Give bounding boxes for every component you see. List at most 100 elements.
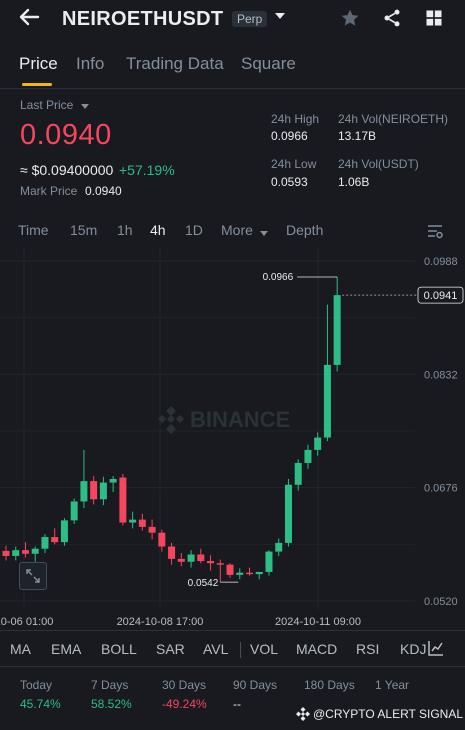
candle-body [246,572,253,575]
last-price-value: 0.0940 [20,119,112,151]
timeframe-1h[interactable]: 1h [117,222,133,238]
binance-logo-icon [296,707,310,721]
performance-label: 30 Days [162,678,207,692]
candlestick-chart[interactable]: BINANCE 0.0966 0.0542 0.0941 0.0988 0.0832 0… [0,248,465,630]
candle-body [314,437,322,450]
fiat-value: ≈ $0.09400000 [20,162,114,178]
high-value: 0.0966 [271,129,308,143]
symbol-title[interactable]: NEIROETHUSDT [62,8,223,31]
candle-body [236,572,244,575]
indicator-macd[interactable]: MACD [296,641,337,657]
performance-label: 180 Days [304,678,355,692]
tab-trading-data[interactable]: Trading Data [126,54,224,74]
candle-body [41,537,49,549]
low-annotation-label: 0.0542 [188,578,219,589]
indicator-boll[interactable]: BOLL [101,641,137,657]
vol-quote-label: 24h Vol(USDT) [338,157,419,171]
performance-value: -49.24% [162,697,207,711]
candle-body [216,563,224,565]
tab-info[interactable]: Info [76,54,104,74]
x-tick-label: 2024-10-11 09:00 [275,616,361,628]
candle-body [80,481,88,502]
low-label: 24h Low [271,157,317,171]
indicator-kdj[interactable]: KDJ [400,641,426,657]
candle-body [90,481,98,500]
performance-value: 45.74% [20,697,61,711]
active-tab-indicator [22,83,52,86]
indicator-avl[interactable]: AVL [203,641,228,657]
change-percent: +57.19% [119,162,175,178]
y-tick-label: 0.0832 [424,369,458,381]
tab-square[interactable]: Square [241,54,296,74]
performance-value: 58.52% [91,697,132,711]
candle-body [197,554,205,562]
chevron-down-icon[interactable] [274,10,286,25]
x-tick-label: 10-06 01:00 [0,616,53,628]
indicator-ma[interactable]: MA [10,641,31,657]
candle-body [207,561,215,564]
chevron-down-icon[interactable] [259,225,269,243]
candle-body [265,551,273,572]
timeframe-more[interactable]: More [221,222,253,238]
vol-base-value: 13.17B [338,129,377,143]
candle-body [226,564,234,575]
candle-body [323,364,331,438]
vol-base-label: 24h Vol(NEIROETH) [338,112,449,126]
candle-body [21,550,29,554]
divider [0,666,465,667]
candle-body [255,571,263,575]
chevron-down-icon[interactable] [80,98,90,116]
candle-body [275,542,283,552]
divider [0,630,465,631]
indicator-sar[interactable]: SAR [156,641,185,657]
performance-label: 1 Year [375,678,410,692]
top-bar: NEIROETHUSDT Perp [0,0,465,40]
candle-body [138,519,146,527]
candle-body [12,550,20,556]
indicator-ema[interactable]: EMA [51,641,81,657]
candle-body [31,548,39,554]
candle-body [294,462,302,485]
fullscreen-icon[interactable] [19,562,47,590]
candle-body [158,532,166,547]
y-tick-label: 0.0520 [424,596,458,608]
candle-body [333,295,341,365]
low-value: 0.0593 [271,175,308,189]
mark-price-label: Mark Price [20,184,78,198]
x-tick-label: 2024-10-08 17:00 [117,616,204,628]
performance-value: -- [233,697,241,711]
performance-label: Today [20,678,53,692]
candle-body [187,554,195,562]
main-tabs: Price Info Trading Data Square [0,50,465,89]
star-icon[interactable] [338,6,362,30]
candle-body [284,484,292,543]
chart-svg[interactable]: BINANCE 0.0966 0.0542 0.0941 0.0988 0.0832 0… [0,248,465,630]
candle-body [177,558,185,562]
y-tick-label: 0.0676 [424,483,458,495]
indicator-vol[interactable]: VOL [250,641,278,657]
chart-watermark: BINANCE [190,407,290,432]
tab-price[interactable]: Price [19,54,58,74]
timeframe-4h[interactable]: 4h [150,222,166,238]
timeframe-1d[interactable]: 1D [185,222,203,238]
chart-settings-icon[interactable] [426,222,444,245]
candle-body [304,449,312,463]
back-arrow-icon[interactable] [18,6,40,34]
timeframe-15m[interactable]: 15m [70,222,97,238]
indicator-settings-icon[interactable] [428,640,444,661]
grid-icon[interactable] [422,6,446,30]
timeframe-depth[interactable]: Depth [286,222,323,238]
vol-quote-value: 1.06B [338,175,370,189]
contract-type-badge: Perp [232,11,268,27]
candle-body [60,520,68,543]
candle-body [148,526,156,533]
share-icon[interactable] [380,6,404,30]
indicator-rsi[interactable]: RSI [356,641,379,657]
last-price-label[interactable]: Last Price [20,98,73,112]
timeframe-time[interactable]: Time [18,222,49,238]
current-price-tag: 0.0941 [424,290,458,302]
candle-body [99,482,107,500]
watermark-credit-text: @CRYPTO ALERT SIGNAL [313,707,464,721]
performance-label: 90 Days [233,678,278,692]
mark-price-value: 0.0940 [85,184,122,198]
